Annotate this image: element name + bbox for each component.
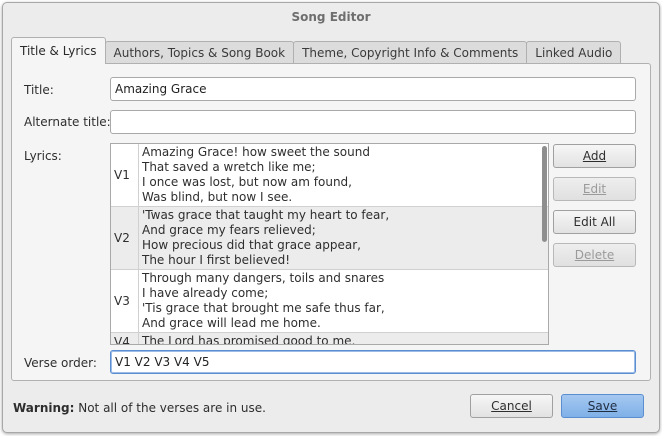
tab-linked-audio[interactable]: Linked Audio bbox=[526, 41, 622, 64]
warning-bold: Warning: bbox=[13, 401, 75, 415]
song-editor-window: Song Editor Title & Lyrics Authors, Topi… bbox=[2, 2, 660, 433]
lyrics-table[interactable]: V1 Amazing Grace! how sweet the sound Th… bbox=[110, 143, 549, 345]
warning-message: Warning: Not all of the verses are in us… bbox=[13, 401, 266, 415]
verse-line: Amazing Grace! how sweet the sound bbox=[142, 145, 370, 159]
delete-verse-button[interactable]: Delete bbox=[553, 243, 636, 267]
edit-all-label: Edit All bbox=[573, 215, 616, 229]
alternate-title-label: Alternate title: bbox=[24, 115, 111, 129]
verse-line: The Lord has promised good to me, bbox=[142, 334, 356, 345]
verse-lines: Amazing Grace! how sweet the sound That … bbox=[139, 144, 373, 206]
verse-order-label: Verse order: bbox=[24, 356, 97, 370]
verse-line: Was blind, but now I see. bbox=[142, 190, 293, 204]
add-label: Add bbox=[582, 149, 607, 163]
verse-tag: V3 bbox=[111, 270, 139, 332]
verse-lines: Through many dangers, toils and snares I… bbox=[139, 270, 388, 332]
title-input[interactable] bbox=[110, 77, 636, 101]
verse-line: And grace will lead me home. bbox=[142, 316, 321, 330]
lyrics-scrollbar[interactable] bbox=[542, 146, 547, 242]
tab-title-lyrics[interactable]: Title & Lyrics bbox=[11, 37, 106, 64]
add-verse-button[interactable]: Add bbox=[553, 144, 636, 168]
verse-tag: V1 bbox=[111, 144, 139, 206]
verse-line: And grace my fears relieved; bbox=[142, 223, 316, 237]
alternate-title-input[interactable] bbox=[110, 110, 636, 134]
verse-line: The hour I first believed! bbox=[142, 253, 291, 267]
verse-line: How precious did that grace appear, bbox=[142, 238, 361, 252]
cancel-button[interactable]: Cancel bbox=[470, 394, 553, 418]
tab-bar: Title & Lyrics Authors, Topics & Song Bo… bbox=[11, 37, 622, 64]
verse-line: That saved a wretch like me; bbox=[142, 160, 316, 174]
verse-row[interactable]: V2 'Twas grace that taught my heart to f… bbox=[111, 207, 548, 270]
cancel-label: Cancel bbox=[491, 399, 532, 413]
window-title: Song Editor bbox=[291, 10, 371, 24]
verse-row[interactable]: V1 Amazing Grace! how sweet the sound Th… bbox=[111, 144, 548, 207]
verse-order-input[interactable] bbox=[110, 350, 636, 374]
title-lyrics-panel: Title: Alternate title: Lyrics: V1 Amazi… bbox=[11, 63, 651, 381]
verse-row[interactable]: V3 Through many dangers, toils and snare… bbox=[111, 270, 548, 333]
save-label: Save bbox=[587, 399, 618, 413]
verse-lines: 'Twas grace that taught my heart to fear… bbox=[139, 207, 392, 269]
verse-line: I have already come; bbox=[142, 286, 269, 300]
title-label: Title: bbox=[24, 83, 54, 97]
save-button[interactable]: Save bbox=[561, 394, 644, 418]
warning-text: Not all of the verses are in use. bbox=[74, 401, 266, 415]
lyrics-label: Lyrics: bbox=[24, 149, 62, 163]
verse-line: 'Tis grace that brought me safe thus far… bbox=[142, 301, 385, 315]
verse-tag: V2 bbox=[111, 207, 139, 269]
verse-line: I once was lost, but now am found, bbox=[142, 175, 352, 189]
verse-tag: V4 bbox=[111, 333, 139, 344]
edit-label: Edit bbox=[582, 182, 607, 196]
delete-label: Delete bbox=[574, 248, 615, 262]
edit-all-button[interactable]: Edit All bbox=[553, 210, 636, 234]
verse-lines: The Lord has promised good to me, bbox=[139, 333, 358, 345]
verse-row[interactable]: V4 The Lord has promised good to me, bbox=[111, 333, 548, 345]
verse-line: Through many dangers, toils and snares bbox=[142, 271, 385, 285]
tab-theme-copyright-comments[interactable]: Theme, Copyright Info & Comments bbox=[293, 41, 528, 64]
verse-line: 'Twas grace that taught my heart to fear… bbox=[142, 208, 390, 222]
tab-authors-topics-songbook[interactable]: Authors, Topics & Song Book bbox=[104, 41, 295, 64]
edit-verse-button[interactable]: Edit bbox=[553, 177, 636, 201]
